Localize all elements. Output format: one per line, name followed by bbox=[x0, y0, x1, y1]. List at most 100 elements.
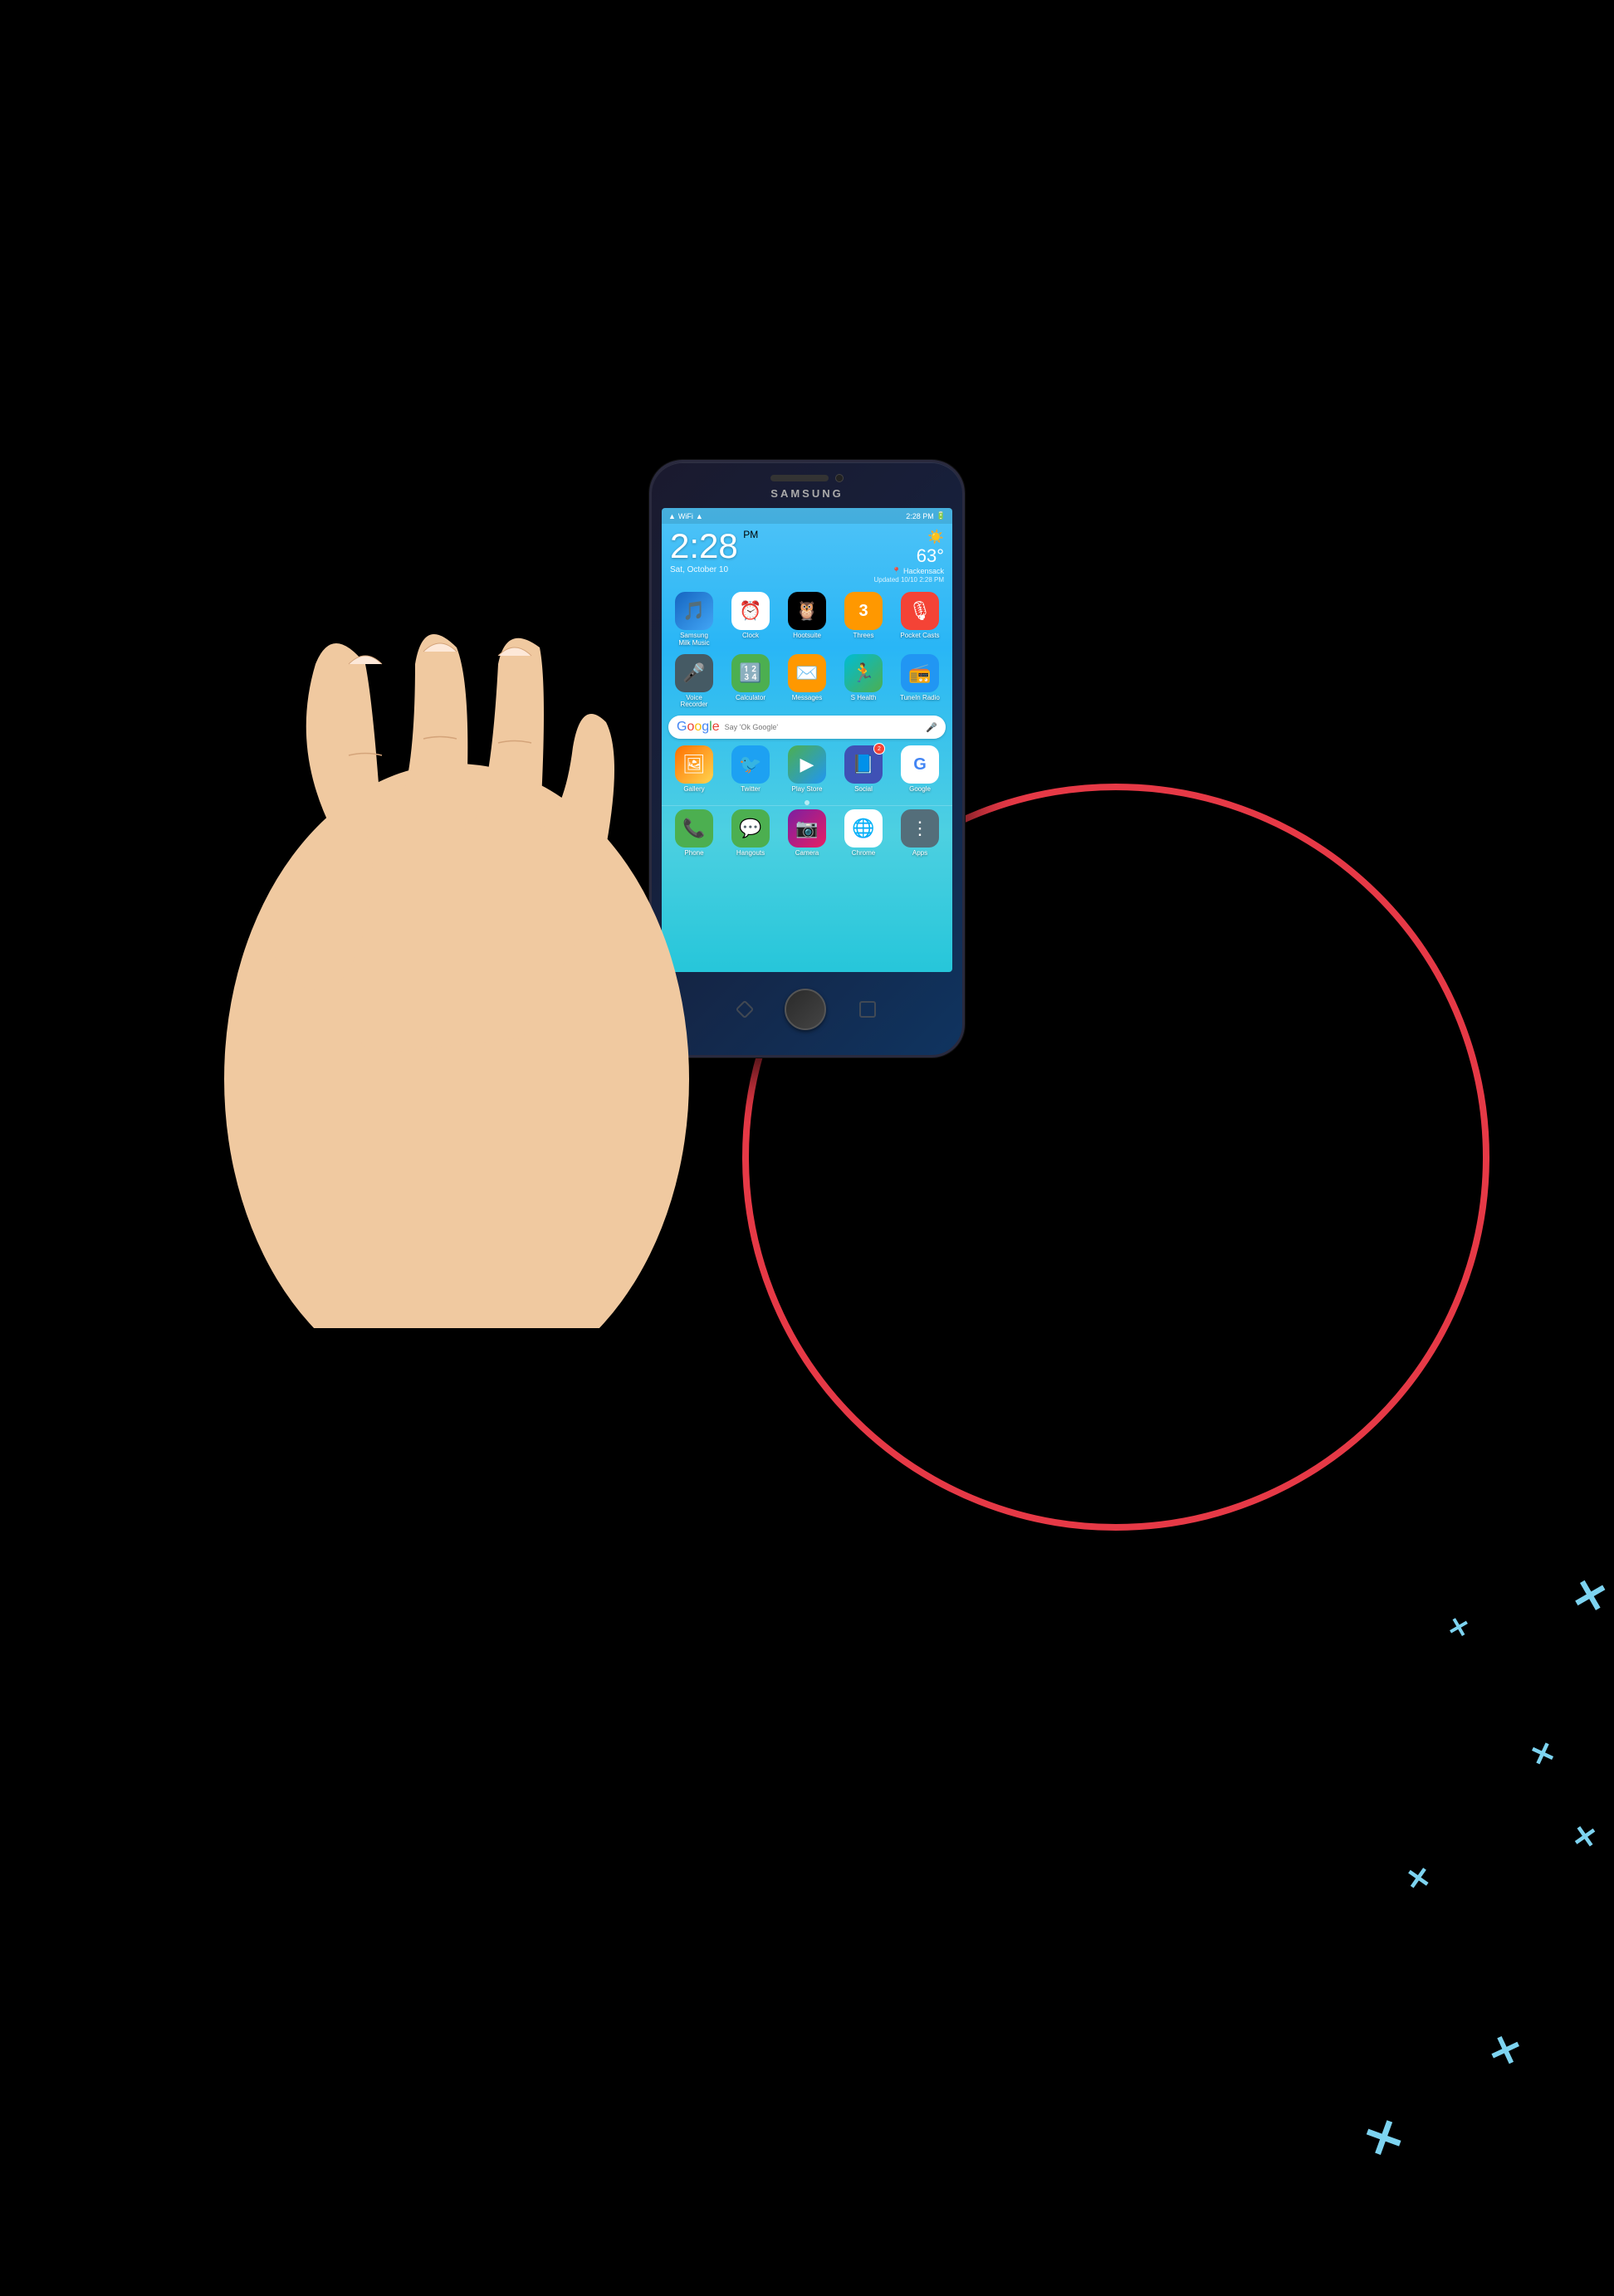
app-icon-calculator: 🔢 bbox=[731, 654, 770, 692]
app-icon-google: G bbox=[901, 745, 939, 784]
x-mark: ✕ bbox=[1567, 1569, 1612, 1624]
app-label: Hootsuite bbox=[793, 633, 821, 640]
app-label: Twitter bbox=[741, 786, 761, 794]
app-item-social[interactable]: 📘2 Social bbox=[838, 745, 889, 794]
app-item-hangouts[interactable]: 💬 Hangouts bbox=[725, 809, 776, 857]
app-item-threes[interactable]: 3 Threes bbox=[838, 592, 889, 647]
app-item-voice-recorder[interactable]: 🎤 Voice Recorder bbox=[668, 654, 720, 710]
app-label: Camera bbox=[795, 850, 819, 857]
app-icon-social: 📘2 bbox=[844, 745, 883, 784]
app-item-clock[interactable]: ⏰Clock bbox=[725, 592, 776, 647]
app-icon-voice-recorder: 🎤 bbox=[675, 654, 713, 692]
app-icon-clock: ⏰ bbox=[731, 592, 770, 630]
app-item-twitter[interactable]: 🐦 Twitter bbox=[725, 745, 776, 794]
app-icon-threes: 3 bbox=[844, 592, 883, 630]
status-right: 2:28 PM 🔋 bbox=[906, 511, 946, 520]
app-icon-pocket-casts: 🎙 bbox=[901, 592, 939, 630]
app-item-hootsuite[interactable]: 🦉 Hootsuite bbox=[781, 592, 833, 647]
app-label: Apps bbox=[912, 850, 927, 857]
app-item-camera[interactable]: 📷 Camera bbox=[781, 809, 833, 857]
back-button[interactable] bbox=[736, 1000, 755, 1019]
app-label: Calculator bbox=[736, 695, 765, 702]
x-mark: ✕ bbox=[1356, 2106, 1413, 2170]
app-item-gallery[interactable]: 🖼Gallery bbox=[668, 745, 720, 794]
app-item-messages[interactable]: ✉️ Messages bbox=[781, 654, 833, 710]
mic-icon: 🎤 bbox=[926, 722, 937, 733]
app-label: Samsung Milk Music bbox=[674, 633, 714, 647]
app-icon-messages: ✉️ bbox=[788, 654, 826, 692]
app-label: Play Store bbox=[792, 786, 823, 794]
phone-bottom-nav bbox=[738, 989, 876, 1030]
clock-widget: 2:28 PM Sat, October 10 bbox=[670, 529, 758, 574]
weather-temp: 63° bbox=[873, 545, 944, 567]
app-icon-twitter: 🐦 bbox=[731, 745, 770, 784]
phone-brand: SAMSUNG bbox=[770, 487, 843, 500]
app-item-chrome[interactable]: 🌐 Chrome bbox=[838, 809, 889, 857]
google-logo: Google bbox=[677, 720, 720, 735]
app-label: Google bbox=[909, 786, 931, 794]
app-label: S Health bbox=[851, 695, 877, 702]
search-hint: Say 'Ok Google' bbox=[725, 723, 922, 731]
app-item-pocket-casts[interactable]: 🎙 Pocket Casts bbox=[894, 592, 946, 647]
app-icon-hootsuite: 🦉 bbox=[788, 592, 826, 630]
x-mark: ✕ bbox=[1611, 1985, 1614, 2034]
clock-weather-section: 2:28 PM Sat, October 10 ☀️ 63° 📍 Hackens… bbox=[662, 524, 952, 589]
clock-date: Sat, October 10 bbox=[670, 565, 758, 574]
app-icon-tunein: 📻 bbox=[901, 654, 939, 692]
status-bar: ▲ WiFi ▲ 2:28 PM 🔋 bbox=[662, 508, 952, 524]
app-item-google[interactable]: G Google bbox=[894, 745, 946, 794]
x-mark: ✕ bbox=[1404, 1861, 1434, 1898]
app-icon-hangouts: 💬 bbox=[731, 809, 770, 848]
front-camera-icon bbox=[835, 474, 844, 482]
app-icon-play-store: ▶ bbox=[788, 745, 826, 784]
app-item-tunein-radio[interactable]: 📻TuneIn Radio bbox=[894, 654, 946, 710]
app-icon-samsung-music: 🎵 bbox=[675, 592, 713, 630]
app-item-samsung-milk-music[interactable]: 🎵 Samsung Milk Music bbox=[668, 592, 720, 647]
app-item-calculator[interactable]: 🔢 Calculator bbox=[725, 654, 776, 710]
x-mark: ✕ bbox=[1445, 1611, 1472, 1644]
app-label: Pocket Casts bbox=[900, 633, 939, 640]
app-label: Phone bbox=[684, 850, 703, 857]
wifi-icon: WiFi bbox=[678, 512, 693, 520]
x-mark: ✕ bbox=[1526, 1735, 1560, 1775]
app-item-apps[interactable]: ⋮Apps bbox=[894, 809, 946, 857]
phone-screen[interactable]: ▲ WiFi ▲ 2:28 PM 🔋 2:28 PM Sat, October … bbox=[662, 508, 952, 972]
app-item-s-health[interactable]: 🏃 S Health bbox=[838, 654, 889, 710]
page-background: { "background": { "color": "#000000" }, … bbox=[0, 0, 1614, 1614]
x-mark: ✕ bbox=[1483, 2025, 1528, 2077]
status-left: ▲ WiFi ▲ bbox=[668, 512, 703, 520]
app-label: Messages bbox=[792, 695, 822, 702]
network-icon: ▲ bbox=[696, 512, 703, 520]
app-icon-camera: 📷 bbox=[788, 809, 826, 848]
battery-icon: 🔋 bbox=[937, 511, 946, 520]
app-grid-row2: 🎤 Voice Recorder 🔢 Calculator ✉️ Messages 🏃 S H… bbox=[662, 651, 952, 713]
app-badge: 2 bbox=[873, 743, 885, 755]
status-time: 2:28 PM bbox=[906, 512, 934, 520]
weather-widget: ☀️ 63° 📍 Hackensack Updated 10/10 2:28 P… bbox=[873, 529, 944, 584]
clock-time: 2:28 bbox=[670, 526, 738, 565]
app-label: Threes bbox=[853, 633, 874, 640]
app-label: Social bbox=[854, 786, 873, 794]
phone-hand-container: SAMSUNG ▲ WiFi ▲ 2:28 PM 🔋 2:28 bbox=[558, 332, 1056, 1245]
weather-location: 📍 Hackensack bbox=[873, 567, 944, 576]
google-search-bar[interactable]: Google Say 'Ok Google' 🎤 bbox=[668, 716, 946, 739]
home-button[interactable] bbox=[785, 989, 826, 1030]
speaker-grille bbox=[770, 475, 829, 481]
app-icon-gallery: 🖼 bbox=[675, 745, 713, 784]
app-dock: 📞 Phone 💬 Hangouts 📷 Camera 🌐 Chrome ⋮Apps bbox=[662, 805, 952, 861]
app-label: Hangouts bbox=[736, 850, 765, 857]
app-label: Voice Recorder bbox=[674, 695, 714, 710]
app-label: Chrome bbox=[852, 850, 875, 857]
app-icon-chrome: 🌐 bbox=[844, 809, 883, 848]
phone-top-bar bbox=[770, 474, 844, 482]
app-icon-s-health: 🏃 bbox=[844, 654, 883, 692]
app-item-phone[interactable]: 📞 Phone bbox=[668, 809, 720, 857]
app-grid-row3: 🖼Gallery 🐦 Twitter ▶ Play Store 📘2 Social G Goog… bbox=[662, 742, 952, 797]
clock-period: PM bbox=[743, 529, 758, 540]
clock-time-display: 2:28 PM bbox=[670, 529, 758, 564]
recent-apps-button[interactable] bbox=[859, 1001, 876, 1018]
app-grid-row1: 🎵 Samsung Milk Music ⏰Clock 🦉 Hootsuite 3 Thre… bbox=[662, 589, 952, 651]
phone-body: SAMSUNG ▲ WiFi ▲ 2:28 PM 🔋 2:28 bbox=[649, 460, 965, 1058]
app-icon-phone: 📞 bbox=[675, 809, 713, 848]
app-item-play-store[interactable]: ▶ Play Store bbox=[781, 745, 833, 794]
